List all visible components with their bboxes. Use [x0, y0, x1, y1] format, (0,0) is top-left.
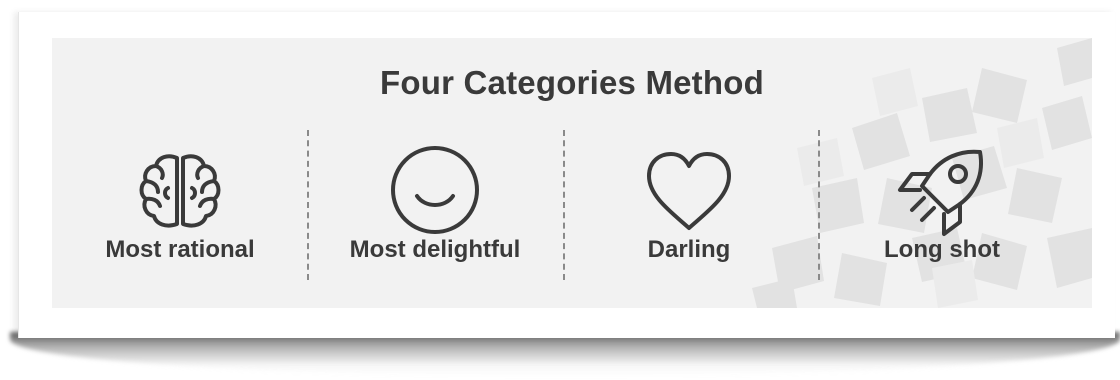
page-shadow [10, 332, 1120, 376]
category-most-rational: Most rational [60, 138, 300, 278]
category-label: Darling [647, 236, 731, 263]
category-label: Long shot [884, 236, 1000, 263]
category-divider [563, 130, 565, 280]
four-categories-panel: Four Categories Method Most rational Mos… [52, 38, 1092, 308]
category-most-delightful: Most delightful [315, 138, 555, 278]
brain-icon [60, 138, 300, 234]
heart-icon [569, 138, 809, 234]
category-darling: Darling [569, 138, 809, 278]
category-label: Most delightful [349, 236, 521, 263]
category-label: Most rational [105, 236, 255, 263]
rocket-icon [822, 138, 1062, 236]
slide-frame: Four Categories Method Most rational Mos… [0, 0, 1120, 380]
page-title: Four Categories Method [380, 64, 764, 101]
category-long-shot: Long shot [822, 138, 1062, 278]
smile-icon [315, 138, 555, 234]
category-divider [818, 130, 820, 280]
category-divider [307, 130, 309, 280]
